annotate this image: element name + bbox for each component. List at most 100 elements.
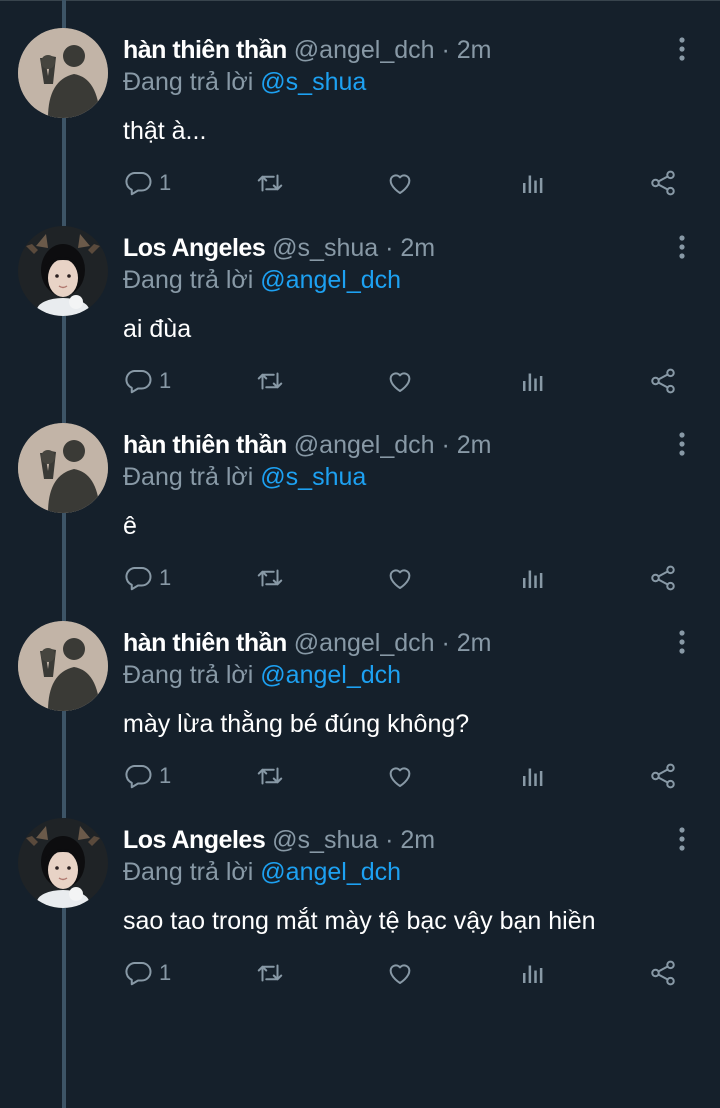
avatar[interactable] (18, 818, 108, 908)
user-handle[interactable]: @angel_dch (294, 36, 435, 64)
reply-icon (123, 366, 153, 396)
retweet-icon (255, 761, 285, 791)
reply-button[interactable]: 1 (123, 168, 171, 198)
tweet-header: Los Angeles @s_shua · 2m (123, 824, 435, 856)
analytics-icon (518, 168, 548, 198)
timestamp[interactable]: 2m (400, 826, 435, 854)
tweet-header: hàn thiên thần @angel_dch · 2m (123, 429, 492, 461)
analytics-icon (518, 563, 548, 593)
retweet-icon (255, 168, 285, 198)
tweet-actions: 1 (123, 761, 693, 791)
replying-to-label: Đang trả lời (123, 265, 254, 294)
more-options-icon[interactable] (670, 627, 694, 657)
share-button[interactable] (648, 168, 678, 198)
timestamp[interactable]: 2m (400, 234, 435, 262)
share-icon (648, 761, 678, 791)
heart-icon (385, 958, 415, 988)
mention-link[interactable]: @angel_dch (260, 661, 401, 689)
tweet[interactable]: hàn thiên thần @angel_dch · 2m Đang trả l… (0, 395, 720, 593)
reply-icon (123, 168, 153, 198)
tweet[interactable]: hàn thiên thần @angel_dch · 2m Đang trả l… (0, 0, 720, 198)
share-button[interactable] (648, 958, 678, 988)
analytics-button[interactable] (518, 958, 548, 988)
tweet-text: mày lừa thằng bé đúng không? (123, 709, 470, 738)
share-button[interactable] (648, 563, 678, 593)
share-icon (648, 958, 678, 988)
replying-to: Đang trả lời @angel_dch (123, 264, 401, 296)
user-handle[interactable]: @angel_dch (294, 431, 435, 459)
heart-icon (385, 563, 415, 593)
analytics-button[interactable] (518, 168, 548, 198)
timestamp[interactable]: 2m (457, 431, 492, 459)
avatar[interactable] (18, 225, 108, 316)
share-button[interactable] (648, 761, 678, 791)
tweet-text: ê (123, 512, 137, 540)
separator-dot: · (385, 233, 394, 262)
replying-to-label: Đang trả lời (123, 858, 254, 886)
tweet-text: ai đùa (123, 314, 192, 343)
user-handle[interactable]: @angel_dch (294, 629, 435, 657)
reply-count: 1 (159, 960, 172, 985)
reply-count: 1 (159, 367, 172, 393)
share-button[interactable] (648, 366, 678, 396)
reply-button[interactable]: 1 (123, 958, 171, 988)
tweet[interactable]: Los Angeles @s_shua · 2m Đang trả lời @an… (0, 198, 720, 396)
replying-to-label: Đang trả lời (123, 68, 254, 96)
more-options-icon[interactable] (670, 232, 694, 262)
analytics-button[interactable] (518, 761, 548, 791)
analytics-button[interactable] (518, 366, 548, 396)
tweet[interactable]: Los Angeles @s_shua · 2m Đang trả lời @an… (0, 790, 720, 988)
more-options-icon[interactable] (670, 34, 694, 64)
timestamp[interactable]: 2m (457, 629, 492, 657)
display-name[interactable]: hàn thiên thần (123, 629, 287, 657)
analytics-button[interactable] (518, 563, 548, 593)
retweet-button[interactable] (255, 761, 285, 791)
like-button[interactable] (385, 563, 415, 593)
display-name[interactable]: Los Angeles (123, 826, 266, 854)
like-button[interactable] (385, 761, 415, 791)
avatar[interactable] (18, 28, 108, 118)
display-name[interactable]: Los Angeles (123, 234, 266, 262)
replying-to: Đang trả lời @s_shua (123, 66, 366, 98)
timestamp[interactable]: 2m (457, 36, 492, 64)
tweet-text: sao tao trong mắt mày tệ bạc vậy bạn hiề… (123, 907, 596, 935)
mention-link[interactable]: @s_shua (260, 463, 366, 491)
separator-dot: · (441, 36, 450, 64)
tweet-header: Los Angeles @s_shua · 2m (123, 232, 435, 264)
avatar[interactable] (18, 620, 108, 711)
user-handle[interactable]: @s_shua (272, 234, 378, 262)
analytics-icon (518, 761, 548, 791)
replying-to: Đang trả lời @s_shua (123, 461, 366, 493)
mention-link[interactable]: @angel_dch (260, 266, 401, 294)
retweet-button[interactable] (255, 366, 285, 396)
mention-link[interactable]: @s_shua (260, 68, 366, 96)
display-name[interactable]: hàn thiên thần (123, 431, 287, 459)
heart-icon (385, 366, 415, 396)
reply-count: 1 (159, 565, 172, 590)
replying-to-label: Đang trả lời (123, 660, 254, 689)
reply-button[interactable]: 1 (123, 563, 171, 593)
retweet-button[interactable] (255, 563, 285, 593)
retweet-button[interactable] (255, 958, 285, 988)
reply-button[interactable]: 1 (123, 761, 171, 791)
more-options-icon[interactable] (670, 429, 694, 459)
reply-icon (123, 563, 153, 593)
retweet-icon (255, 958, 285, 988)
avatar[interactable] (18, 423, 108, 513)
like-button[interactable] (385, 168, 415, 198)
heart-icon (385, 168, 415, 198)
separator-dot: · (385, 826, 394, 854)
display-name[interactable]: hàn thiên thần (123, 36, 287, 64)
more-options-icon[interactable] (670, 824, 694, 854)
tweet-header: hàn thiên thần @angel_dch · 2m (123, 34, 492, 66)
tweet[interactable]: hàn thiên thần @angel_dch · 2m Đang trả l… (0, 593, 720, 791)
like-button[interactable] (385, 958, 415, 988)
retweet-icon (255, 563, 285, 593)
like-button[interactable] (385, 366, 415, 396)
mention-link[interactable]: @angel_dch (260, 858, 401, 886)
tweet-actions: 1 (123, 958, 693, 988)
retweet-button[interactable] (255, 168, 285, 198)
user-handle[interactable]: @s_shua (272, 826, 378, 854)
reply-count: 1 (159, 762, 172, 788)
reply-button[interactable]: 1 (123, 366, 171, 396)
